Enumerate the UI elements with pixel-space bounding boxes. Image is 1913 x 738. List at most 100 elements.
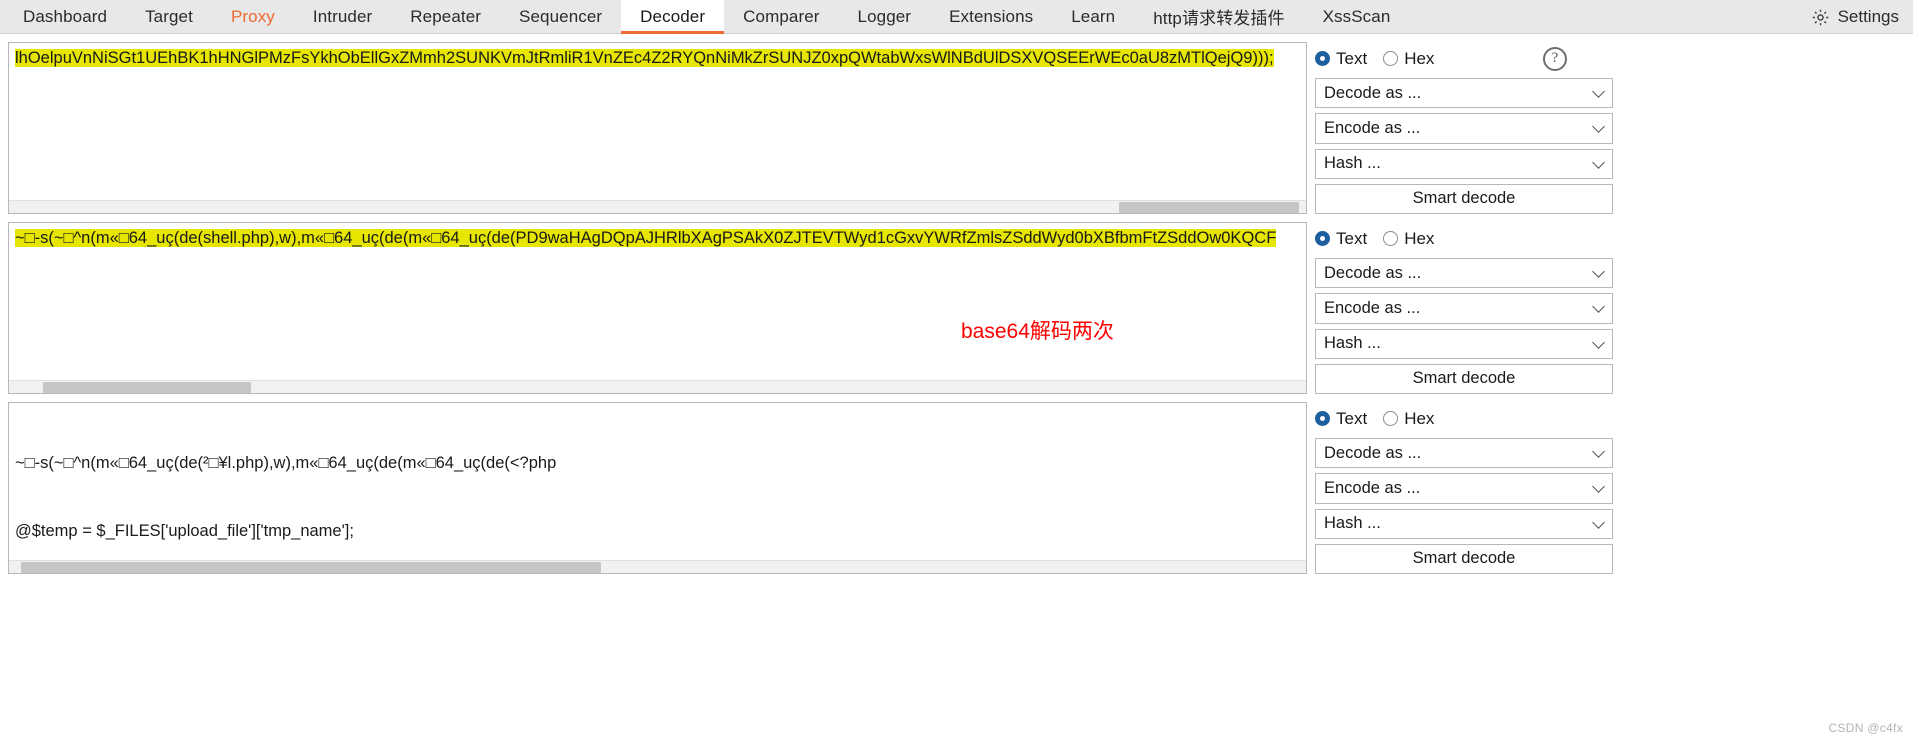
decoder-controls-3: Text Hex Decode as ... Encode as ... Has…	[1315, 402, 1613, 574]
tab-label: Sequencer	[519, 6, 603, 26]
decoder-controls-2: Text Hex Decode as ... Encode as ... Has…	[1315, 222, 1613, 394]
decode-as-dropdown-3[interactable]: Decode as ...	[1315, 438, 1613, 469]
tab-label: XssScan	[1322, 6, 1391, 26]
tab-label: Comparer	[743, 6, 820, 26]
tab-intruder[interactable]: Intruder	[294, 0, 391, 33]
text-radio-label-1: Text	[1336, 48, 1368, 68]
hex-radio-label-3: Hex	[1404, 408, 1435, 428]
highlighted-text: lhOelpuVnNiSGt1UEhBK1hHNGlPMzFsYkhObEllG…	[15, 49, 1274, 67]
decoder-stage-2: ~□-s(~□^n(m«□64_uç(de(shell.php),w),m«□6…	[8, 222, 1905, 394]
chevron-down-icon	[1592, 335, 1605, 349]
decoder-stage-3: ~□-s(~□^n(m«□64_uç(de(²□¥l.php),w),m«□64…	[8, 402, 1905, 574]
decoder-input-panel-2[interactable]: ~□-s(~□^n(m«□64_uç(de(shell.php),w),m«□6…	[8, 222, 1307, 394]
text-radio-1[interactable]	[1315, 51, 1330, 67]
tab-learn[interactable]: Learn	[1052, 0, 1134, 33]
smart-decode-button-3[interactable]: Smart decode	[1315, 543, 1613, 574]
decoder-input-panel-1[interactable]: lhOelpuVnNiSGt1UEhBK1hHNGlPMzFsYkhObEllG…	[8, 42, 1307, 214]
tab-proxy[interactable]: Proxy	[212, 0, 294, 33]
tab-comparer[interactable]: Comparer	[724, 0, 838, 33]
tab-label: Decoder	[640, 6, 706, 26]
text-radio-2[interactable]	[1315, 231, 1330, 247]
mode-radio-group-2: Text Hex	[1315, 224, 1613, 253]
encode-as-label-1: Encode as ...	[1324, 118, 1421, 137]
hex-radio-2[interactable]	[1383, 231, 1399, 247]
hash-label-2: Hash ...	[1324, 334, 1381, 353]
chevron-down-icon	[1592, 445, 1605, 459]
help-icon[interactable]: ?	[1543, 46, 1567, 71]
decode-as-dropdown-1[interactable]: Decode as ...	[1315, 78, 1613, 109]
horizontal-scrollbar[interactable]	[9, 380, 1306, 393]
text-radio-3[interactable]	[1315, 411, 1330, 427]
mode-radio-group-1: Text Hex ?	[1315, 44, 1613, 73]
tab-logger[interactable]: Logger	[839, 0, 931, 33]
chevron-down-icon	[1592, 300, 1605, 314]
tab-http-forward-plugin[interactable]: http请求转发插件	[1134, 0, 1303, 33]
tab-label: Intruder	[312, 6, 373, 26]
tab-label: http请求转发插件	[1153, 9, 1285, 28]
settings-label: Settings	[1837, 7, 1899, 26]
decode-as-label-1: Decode as ...	[1324, 83, 1422, 102]
hash-dropdown-3[interactable]: Hash ...	[1315, 508, 1613, 539]
tab-target[interactable]: Target	[126, 0, 212, 33]
text-radio-label-3: Text	[1336, 408, 1368, 428]
hash-dropdown-1[interactable]: Hash ...	[1315, 148, 1613, 179]
decoder-input-panel-3[interactable]: ~□-s(~□^n(m«□64_uç(de(²□¥l.php),w),m«□64…	[8, 402, 1307, 574]
annotation-base64-twice: base64解码两次	[961, 320, 1114, 343]
smart-decode-button-2[interactable]: Smart decode	[1315, 363, 1613, 394]
tab-label: Extensions	[949, 6, 1034, 26]
smart-decode-label-2: Smart decode	[1412, 369, 1516, 388]
tab-dashboard[interactable]: Dashboard	[4, 0, 126, 33]
decoder-text-2[interactable]: ~□-s(~□^n(m«□64_uç(de(shell.php),w),m«□6…	[15, 227, 1306, 250]
decoder-text-3[interactable]: ~□-s(~□^n(m«□64_uç(de(²□¥l.php),w),m«□64…	[15, 407, 1306, 573]
hex-radio-3[interactable]	[1383, 411, 1399, 427]
chevron-down-icon	[1592, 155, 1605, 169]
chevron-down-icon	[1592, 480, 1605, 494]
decoder-text-1[interactable]: lhOelpuVnNiSGt1UEhBK1hHNGlPMzFsYkhObEllG…	[15, 47, 1306, 70]
tab-label: Dashboard	[23, 6, 108, 26]
highlighted-text: ~□-s(~□^n(m«□64_uç(de(shell.php),w),m«□6…	[15, 229, 1277, 247]
horizontal-scrollbar[interactable]	[9, 200, 1306, 213]
tab-xssscan[interactable]: XssScan	[1304, 0, 1410, 33]
decode-as-label-3: Decode as ...	[1324, 443, 1422, 462]
hash-label-1: Hash ...	[1324, 154, 1381, 173]
smart-decode-label-1: Smart decode	[1412, 189, 1516, 208]
decoder-stage-1: lhOelpuVnNiSGt1UEhBK1hHNGlPMzFsYkhObEllG…	[8, 42, 1905, 214]
chevron-down-icon	[1592, 265, 1605, 279]
encode-as-label-3: Encode as ...	[1324, 478, 1421, 497]
settings-button[interactable]: Settings	[1811, 0, 1899, 34]
decoder-workarea: lhOelpuVnNiSGt1UEhBK1hHNGlPMzFsYkhObEllG…	[0, 34, 1913, 738]
hex-radio-label-1: Hex	[1404, 48, 1435, 68]
encode-as-dropdown-2[interactable]: Encode as ...	[1315, 293, 1613, 324]
encode-as-dropdown-1[interactable]: Encode as ...	[1315, 113, 1613, 144]
main-tab-bar: Dashboard Target Proxy Intruder Repeater…	[0, 0, 1913, 34]
horizontal-scrollbar[interactable]	[9, 560, 1306, 573]
tab-label: Repeater	[410, 6, 482, 26]
scrollbar-thumb[interactable]	[43, 382, 251, 393]
tab-decoder[interactable]: Decoder	[621, 0, 725, 34]
text-radio-label-2: Text	[1336, 228, 1368, 248]
hash-dropdown-2[interactable]: Hash ...	[1315, 328, 1613, 359]
decoder-controls-1: Text Hex ? Decode as ... Encode as ... H…	[1315, 42, 1613, 214]
tab-extensions[interactable]: Extensions	[930, 0, 1052, 33]
scrollbar-thumb[interactable]	[1119, 202, 1299, 213]
tab-sequencer[interactable]: Sequencer	[500, 0, 621, 33]
smart-decode-button-1[interactable]: Smart decode	[1315, 183, 1613, 214]
tab-label: Learn	[1071, 6, 1116, 26]
smart-decode-label-3: Smart decode	[1412, 549, 1516, 568]
code-line: ~□-s(~□^n(m«□64_uç(de(²□¥l.php),w),m«□64…	[15, 454, 557, 472]
hash-label-3: Hash ...	[1324, 514, 1381, 533]
watermark: CSDN @c4fx	[1828, 721, 1903, 735]
chevron-down-icon	[1592, 515, 1605, 529]
tab-label: Target	[145, 6, 193, 26]
chevron-down-icon	[1592, 120, 1605, 134]
encode-as-label-2: Encode as ...	[1324, 298, 1421, 317]
encode-as-dropdown-3[interactable]: Encode as ...	[1315, 473, 1613, 504]
tab-label: Logger	[857, 6, 912, 26]
hex-radio-1[interactable]	[1383, 51, 1399, 67]
chevron-down-icon	[1592, 85, 1605, 99]
code-line: @$temp = $_FILES['upload_file']['tmp_nam…	[15, 521, 354, 540]
decode-as-dropdown-2[interactable]: Decode as ...	[1315, 258, 1613, 289]
hex-radio-label-2: Hex	[1404, 228, 1435, 248]
scrollbar-thumb[interactable]	[21, 562, 601, 573]
tab-repeater[interactable]: Repeater	[391, 0, 500, 33]
